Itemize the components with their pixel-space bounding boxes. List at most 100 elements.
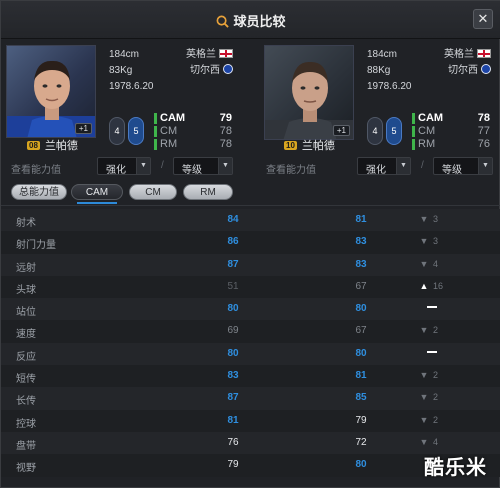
stat-value-left: 87 [227,392,239,404]
player-name: 兰帕德 [44,140,78,152]
player-name-row: 10 兰帕德 [284,138,335,152]
stat-difference: ▼ 2 [419,325,469,335]
difference-value: 4 [433,436,439,447]
tab-cm[interactable]: CM [129,184,177,200]
difference-value: 3 [433,214,439,224]
stat-label: 短传 [16,374,36,386]
stat-value-right: 81 [355,370,367,382]
stat-value-left: 84 [227,214,239,225]
tab-overall[interactable]: 总能力值 [11,184,67,200]
stat-row: 反应 80 80 [1,342,500,366]
weak-foot-indicator: 4 5 [367,117,405,145]
player-height: 184cm [109,49,140,60]
difference-value: 2 [433,414,439,425]
enhance-dropdown[interactable]: 强化 ▼ [357,157,411,176]
arrow-down-icon: ▼ [419,258,429,269]
position-rating-row: CAM 79 [154,112,232,125]
ability-select-row: 查看能力值 强化 ▼ / 等级 ▼ [251,157,500,177]
stat-difference: ▼ 2 [419,392,469,402]
arrow-down-icon: ▼ [419,370,429,381]
stat-difference: ▼ 3 [419,236,469,246]
club-label: 切尔西 [448,65,478,76]
difference-value: 2 [433,325,439,336]
equal-dash-icon [427,306,437,309]
stat-row: 短传 83 81 ▼ 2 [1,365,500,388]
position-rating-row: RM 76 [412,138,490,151]
stat-value-right: 81 [355,214,367,225]
stat-row: 头球 51 67 ▲ 16 [1,275,500,299]
left-foot-icon: 4 [367,117,383,145]
player-birthdate: 1978.6.20 [109,81,154,92]
view-ability-label: 查看能力值 [266,165,316,176]
stat-row: 控球 81 79 ▼ 2 [1,409,500,432]
level-dropdown[interactable]: 等级 ▼ [433,157,493,176]
tab-cam[interactable]: CAM [71,184,123,200]
close-button[interactable]: ✕ [473,9,493,29]
player-info: 184cm 88Kg 1978.6.20 [367,47,412,95]
divider [1,205,500,206]
stat-value-right: 83 [355,236,367,248]
stat-value-left: 51 [227,280,239,292]
position-ratings: CAM 78 CM 77 RM 76 [412,112,490,151]
stat-row: 站位 80 80 [1,298,500,321]
stat-value-left: 80 [227,347,239,359]
difference-value: 2 [433,370,439,381]
stat-label: 射术 [16,218,36,229]
enhance-dropdown[interactable]: 强化 ▼ [97,157,151,176]
position-ratings: CAM 79 CM 78 RM 78 [154,112,232,151]
stat-value-right: 79 [355,414,367,426]
ability-select-row: 查看能力值 强化 ▼ / 等级 ▼ [1,157,251,177]
enhance-tag: +1 [74,123,92,134]
stat-label: 速度 [16,329,36,341]
stat-value-right: 80 [355,347,367,359]
equal-dash-icon [427,350,437,353]
stat-row: 长传 87 85 ▼ 2 [1,387,500,410]
difference-value: 3 [433,236,439,247]
england-flag-icon [477,49,491,58]
separator: / [161,160,164,171]
player-birthdate: 1978.6.20 [367,81,412,92]
position-rating-row: RM 78 [154,138,232,151]
stat-label: 射门力量 [16,240,56,252]
right-foot-icon: 5 [128,117,144,145]
level-dropdown[interactable]: 等级 ▼ [173,157,233,176]
arrow-up-icon: ▲ [419,280,429,291]
stat-row: 速度 69 67 ▼ 2 [1,320,500,343]
stat-difference: ▼ 4 [419,437,469,447]
window-title: 球员比较 [1,11,500,30]
nation-label: 英格兰 [444,49,474,60]
difference-value: 2 [433,392,439,403]
stat-difference [419,303,469,313]
club-label: 切尔西 [190,65,220,76]
arrow-down-icon: ▼ [419,414,429,425]
stat-value-left: 83 [227,370,239,382]
player-photo: +1 [6,45,96,138]
stat-label: 视野 [16,463,36,475]
player-panel-right: +1 10 兰帕德 184cm 88Kg 1978.6.20 英格兰 切尔西 4… [251,39,500,184]
stats-table: 射术 84 81 ▼ 3 射门力量 86 83 ▼ 3 远射 87 83 ▼ 4 头球 51 67 ▲ 16 站位 80 8… [1,209,500,477]
stat-difference [419,348,469,358]
search-icon [217,15,230,28]
stat-label: 控球 [16,418,36,430]
chevron-down-icon: ▼ [218,158,232,174]
player-name: 兰帕德 [301,140,335,152]
stat-label: 头球 [16,284,36,296]
nation-label: 英格兰 [186,49,216,60]
player-panel-left: +1 08 兰帕德 184cm 83Kg 1978.6.20 英格兰 切尔西 4… [1,39,251,184]
view-ability-label: 查看能力值 [11,165,61,176]
player-info: 184cm 83Kg 1978.6.20 [109,47,154,95]
position-rating-row: CM 77 [412,125,490,138]
arrow-down-icon: ▼ [419,392,429,403]
stat-value-right: 80 [355,459,367,471]
stat-label: 站位 [16,307,36,319]
position-rating-row: CAM 78 [412,112,490,125]
chevron-down-icon: ▼ [136,158,150,174]
stat-row: 远射 87 83 ▼ 4 [1,253,500,276]
stat-value-left: 87 [227,258,239,270]
tab-rm[interactable]: RM [183,184,233,200]
player-photo: +1 [264,45,354,140]
stat-difference: ▼ 3 [419,214,469,224]
stat-value-right: 80 [355,303,367,315]
stat-row: 射术 84 81 ▼ 3 [1,209,500,232]
stat-difference: ▼ 2 [419,415,469,425]
